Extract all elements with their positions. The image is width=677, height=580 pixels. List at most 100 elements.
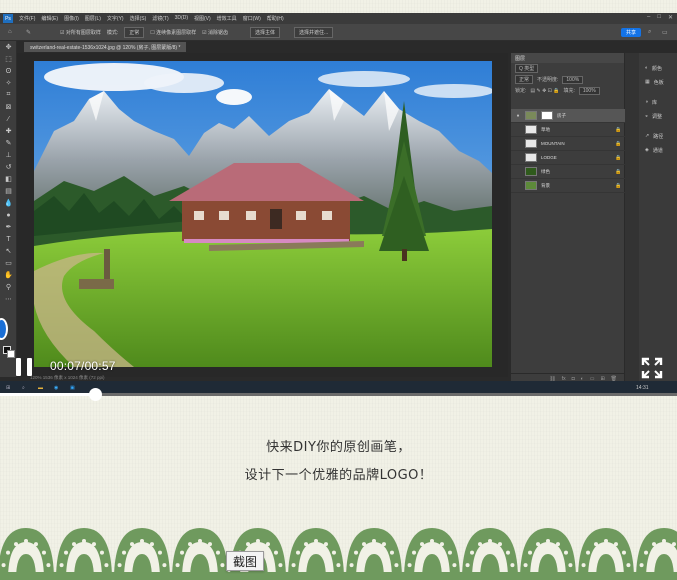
canvas-area	[17, 53, 508, 377]
fill-label: 填充:	[563, 88, 575, 94]
layer-row: ● 房子	[511, 109, 625, 123]
layer-name: MOUNTAIN	[541, 141, 565, 146]
layer-row: LODGE 🔒	[511, 151, 625, 165]
caption-line-1: 快来DIY你的原创画笔，	[266, 440, 411, 455]
lace-border-decoration	[0, 528, 677, 580]
fill-value: 100%	[578, 86, 600, 95]
layer-name: 房子	[557, 112, 566, 118]
video-progress-fill	[0, 393, 95, 396]
caption-line-2: 设计下一个优雅的品牌LOGO！	[244, 468, 433, 483]
photoshop-taskbar-icon: ▣	[70, 385, 75, 391]
zoom-tool-icon: ⚲	[5, 284, 12, 291]
dodge-tool-icon: ●	[6, 211, 11, 219]
lasso-tool-icon: ʘ	[5, 67, 12, 75]
eyedropper-tool-icon: ⁄	[7, 115, 10, 123]
share-button: 共享	[620, 28, 641, 37]
anti-alias-option: ☑ 消除锯齿	[202, 29, 229, 36]
layer-row: 背景 🔒	[511, 179, 625, 193]
panel-icon: ◈	[645, 147, 649, 153]
shape-tool-icon: ▭	[5, 260, 12, 267]
layers-panel: 图层 Q 类型 正常 不透明度: 100% 锁定: ▤ ✎ ✥ ⊡ 🔒 填充: …	[510, 53, 625, 383]
panel-icon: ◐	[645, 65, 649, 71]
layer-kind-filter: Q 类型	[515, 64, 539, 73]
panel-label: 通道	[652, 147, 663, 154]
menu-item: 增效工具	[216, 16, 237, 22]
photoshop-logo-icon: Ps	[3, 14, 13, 23]
blend-mode-select: 正常	[515, 75, 534, 84]
layer-lock-icon: 🔒	[615, 168, 622, 175]
video-timecode: 00:07/00:57	[50, 359, 116, 373]
panel-label: 颜色	[652, 65, 663, 72]
close-icon: ✕	[667, 15, 673, 21]
layer-lock-icon: 🔒	[615, 182, 622, 189]
healing-tool-icon: ✚	[5, 128, 12, 135]
marquee-tool-icon: ⬚	[5, 56, 12, 63]
landscape-image	[34, 61, 492, 367]
layer-lock-icon: 🔒	[615, 126, 622, 133]
crop-tool-icon: ⌗	[6, 91, 11, 98]
menu-item: 文字(Y)	[106, 16, 124, 22]
panel-icon: ▦	[645, 79, 650, 85]
frame-tool-icon: ⊠	[5, 104, 12, 111]
window-controls: – □ ✕	[647, 14, 673, 21]
layer-row: 绿色 🔒	[511, 165, 625, 179]
panel-label: 色板	[653, 79, 664, 86]
fullscreen-button[interactable]	[641, 357, 663, 379]
layer-name: 绿色	[541, 168, 550, 174]
video-progress-bar[interactable]	[0, 388, 677, 401]
video-progress-knob[interactable]	[88, 388, 102, 401]
video-player[interactable]: Ps 文件(F) 编辑(E) 图像(I) 图层(L) 文字(Y) 选择(S) 滤镜(T) 3D…	[0, 13, 677, 396]
panel-label: 库	[652, 99, 658, 106]
fullscreen-icon	[641, 357, 663, 379]
workspace-icon: ▭	[662, 30, 668, 36]
folder-icon: ▬	[38, 385, 43, 391]
opacity-label: 不透明度:	[537, 77, 559, 83]
menu-item: 视图(V)	[194, 16, 211, 22]
landscape-photo	[34, 61, 492, 367]
photoshop-menu-bar: Ps 文件(F) 编辑(E) 图像(I) 图层(L) 文字(Y) 选择(S) 滤镜(T) 3D…	[0, 13, 677, 24]
layer-thumbnail	[525, 111, 537, 120]
layer-row: MOUNTAIN 🔒	[511, 137, 625, 151]
menu-item: 图层(L)	[84, 16, 101, 22]
minimize-icon: –	[647, 14, 651, 20]
mode-select: 正常	[124, 26, 145, 38]
visibility-eye-icon: ●	[516, 112, 520, 119]
document-tab: switzerland-real-estate-1536x1024.jpg @ …	[24, 42, 187, 52]
layer-thumbnail	[525, 167, 537, 176]
panel-icon: ◒	[645, 113, 649, 119]
menu-item: 滤镜(T)	[152, 16, 169, 22]
menu-item: 编辑(E)	[41, 16, 59, 22]
panel-label: 调整	[652, 113, 663, 120]
blur-tool-icon: 💧	[4, 200, 13, 207]
maximize-icon: □	[657, 14, 661, 20]
layer-name: LODGE	[541, 155, 557, 160]
brush-icon: ✎	[5, 140, 12, 147]
history-brush-icon: ↺	[5, 164, 12, 171]
gradient-tool-icon: ▤	[5, 188, 12, 195]
pause-button[interactable]	[14, 356, 36, 378]
panel-icon: ↗	[645, 133, 650, 139]
layer-thumbnail	[525, 125, 537, 134]
lock-label: 锁定:	[515, 88, 527, 94]
more-tools-icon: ⋯	[5, 296, 12, 303]
hand-tool-icon: ✋	[4, 272, 13, 279]
options-bar: ⌂ ✎ ☑ 对所有图层取样 模式: 正常 ☐ 连续像素图层取样 ☑ 消除锯齿 选…	[0, 24, 677, 41]
pen-tool-icon: ✒	[5, 224, 12, 231]
opacity-value: 100%	[562, 75, 584, 84]
layers-tab: 图层	[511, 53, 624, 63]
menu-item: 文件(F)	[19, 16, 36, 22]
layer-lock-icon: 🔒	[615, 140, 622, 147]
layer-thumbnail	[525, 153, 537, 162]
layer-name: 背景	[541, 182, 550, 188]
pause-icon	[16, 358, 21, 376]
sample-all-layers-option: ☑ 对所有图层取样	[60, 29, 101, 36]
lace-base-strip	[0, 572, 677, 580]
magic-wand-tool-icon: ✧	[5, 80, 12, 87]
windows-start-icon: ⊞	[6, 385, 11, 391]
taskbar-clock: 14:31	[636, 385, 649, 391]
contiguous-option: ☐ 连续像素图层取样	[150, 29, 197, 36]
type-tool-icon: T	[6, 235, 11, 243]
lock-icons: ▤ ✎ ✥ ⊡ 🔒	[530, 87, 560, 94]
layer-thumbnail	[525, 139, 537, 148]
screenshot-button[interactable]: 截图	[226, 551, 265, 571]
